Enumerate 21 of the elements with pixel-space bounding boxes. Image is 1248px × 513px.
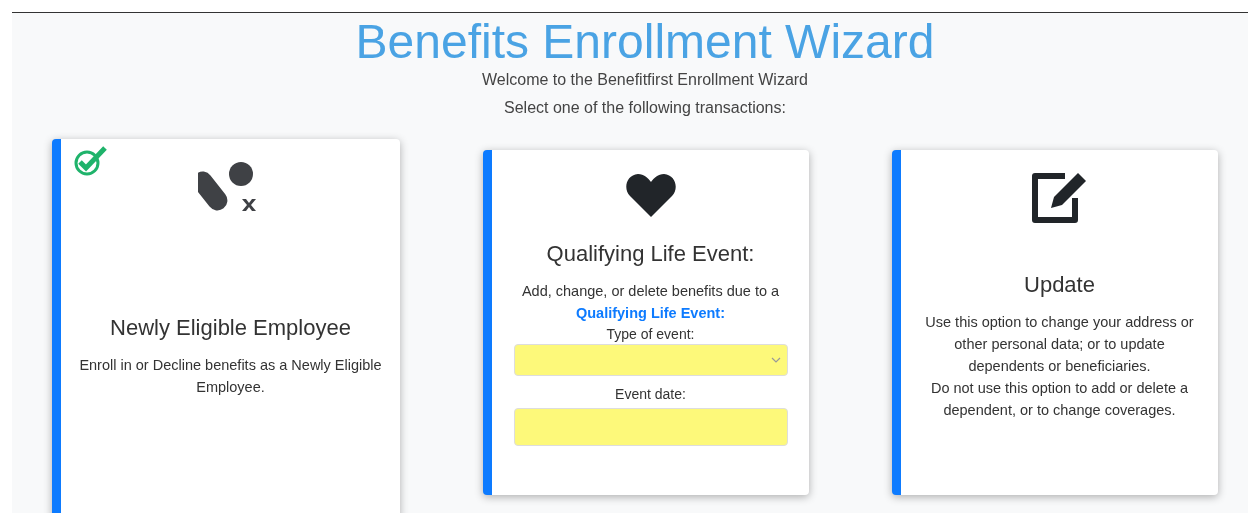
option-title: Newly Eligible Employee — [110, 313, 351, 342]
option-description: Do not use this option to add or delete a dependent, or to change coverages. — [929, 379, 1190, 420]
option-description: Use this option to change your address or other personal data; or to update dependents or beneficiaries. — [924, 313, 1195, 376]
option-description: Add, change, or delete benefits due to a Qualifying Life Event: — [520, 282, 781, 323]
intro-text: Select one of the following transactions: — [503, 98, 787, 118]
field-label: Type of event: — [606, 325, 695, 344]
dropdown-field[interactable] — [513, 344, 788, 376]
page-title: Benefits Enrollment Wizard — [354, 18, 936, 66]
option-card[interactable]: Qualifying Life Event: Add, change, or delete benefits due to a Qualifying Life Event: Type of event: Event date: — [483, 150, 809, 495]
chevron-down-icon — [770, 357, 781, 363]
heart-icon — [624, 172, 677, 218]
option-card[interactable]: Update Use this option to change your address or other personal data; or to update dependents or beneficiaries. Do not use this option to add or delete a dependent, or to change coverages. — [892, 150, 1218, 495]
option-description: Enroll in or Decline benefits as a Newly Eligible Employee. — [78, 355, 383, 397]
date-field[interactable] — [513, 408, 788, 446]
option-card[interactable]: Newly Eligible Employee Enroll in or Decline benefits as a Newly Eligible Employee. — [52, 139, 400, 513]
check-icon — [73, 145, 109, 177]
field-label: Event date: — [615, 385, 686, 404]
intro-text: Welcome to the Benefitfirst Enrollment Wizard — [480, 70, 809, 90]
option-title: Qualifying Life Event: — [546, 240, 755, 268]
pencil-square-icon — [1030, 172, 1089, 224]
option-title: Update — [1024, 271, 1095, 299]
